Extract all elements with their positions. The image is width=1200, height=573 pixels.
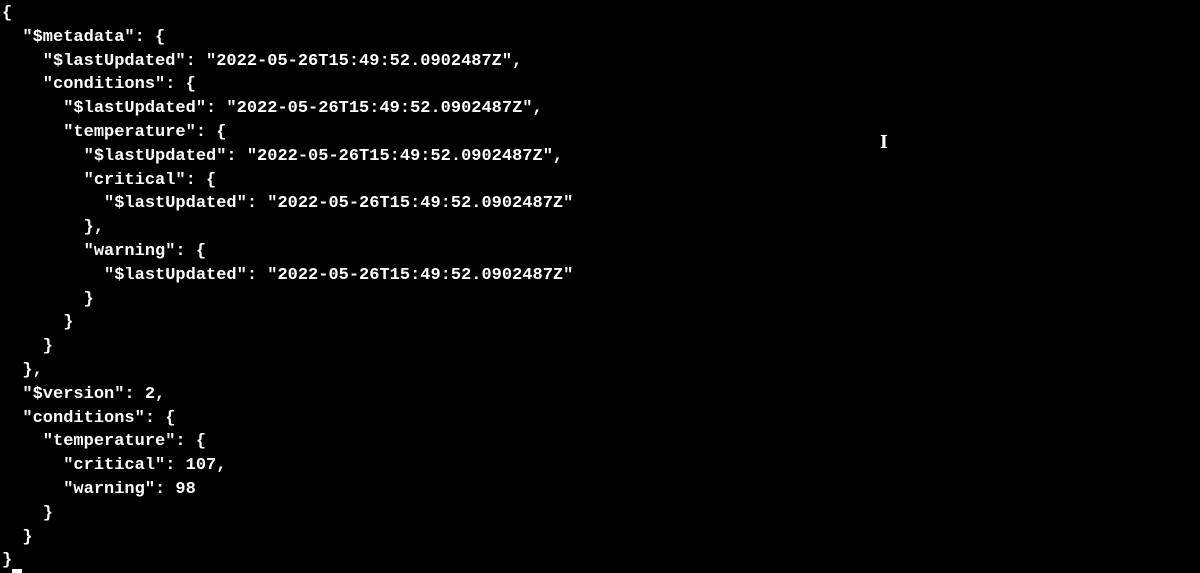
json-line: } (2, 551, 12, 570)
json-line: "conditions": { (2, 75, 196, 94)
json-line: "$metadata": { (2, 28, 165, 47)
json-line: "$lastUpdated": "2022-05-26T15:49:52.090… (2, 194, 573, 213)
json-line: } (2, 528, 33, 547)
json-line: { (2, 4, 12, 23)
json-line: } (2, 504, 53, 523)
json-line: }, (2, 218, 104, 237)
json-line: } (2, 290, 94, 309)
json-line: }, (2, 361, 43, 380)
json-line: "critical": { (2, 171, 216, 190)
json-line: } (2, 313, 73, 332)
json-line: "critical": 107, (2, 456, 226, 475)
json-line: "warning": 98 (2, 480, 196, 499)
json-line: "warning": { (2, 242, 206, 261)
json-line: "temperature": { (2, 123, 226, 142)
json-line: "$lastUpdated": "2022-05-26T15:49:52.090… (2, 266, 573, 285)
json-line: "conditions": { (2, 409, 175, 428)
json-line: "$lastUpdated": "2022-05-26T15:49:52.090… (2, 52, 522, 71)
terminal-cursor (12, 569, 22, 573)
json-line: } (2, 337, 53, 356)
json-line: "$lastUpdated": "2022-05-26T15:49:52.090… (2, 99, 543, 118)
json-output[interactable]: { "$metadata": { "$lastUpdated": "2022-0… (2, 2, 1200, 573)
json-line: "$version": 2, (2, 385, 165, 404)
json-line: "$lastUpdated": "2022-05-26T15:49:52.090… (2, 147, 563, 166)
json-line: "temperature": { (2, 432, 206, 451)
